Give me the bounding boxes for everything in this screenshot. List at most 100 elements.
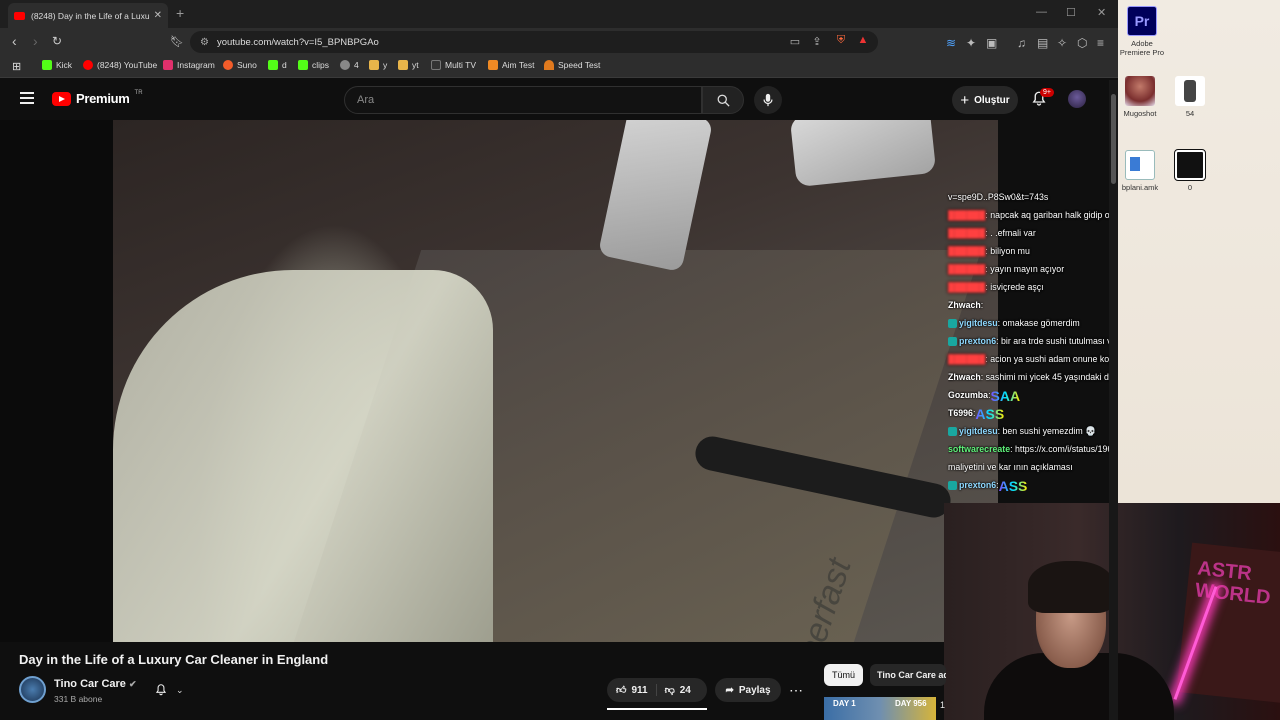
player-left-margin [0, 120, 113, 642]
create-button[interactable]: + Oluştur [952, 86, 1018, 114]
reload-icon[interactable]: ↻ [52, 34, 62, 48]
vacuum-hose [113, 270, 493, 642]
channel-avatar[interactable] [19, 676, 46, 703]
apps-grid-icon[interactable]: ⊞ [12, 60, 21, 73]
wallet-icon[interactable]: ▤ [1037, 36, 1048, 50]
file-0-shortcut[interactable]: 0 [1166, 149, 1214, 192]
bookmark-folder-y[interactable]: y [369, 60, 387, 70]
filter-chip-all[interactable]: Tümü [824, 664, 864, 686]
site-settings-icon[interactable]: ⚙ [200, 37, 209, 48]
brave-rewards-icon[interactable]: ▲ [856, 34, 870, 48]
share-icon: ➦ [725, 684, 734, 696]
voice-search-button[interactable] [754, 86, 782, 114]
share-page-icon[interactable]: ⇪ [810, 35, 824, 49]
minimize-icon[interactable]: — [1036, 6, 1047, 18]
youtube-favicon-icon [14, 11, 25, 20]
share-button[interactable]: ➦ Paylaş [715, 678, 781, 702]
chat-text: : acion ya sushi adam onune koyuyo [985, 354, 1128, 364]
chat-username: T6996 [948, 408, 973, 418]
speed-icon [544, 60, 554, 70]
related-video-title[interactable]: 1 [940, 700, 945, 710]
streamer-hair [1028, 561, 1114, 613]
brave-shield-icon[interactable]: ⛨ [834, 34, 848, 48]
filter-chip-channel[interactable]: Tino Car Care ad [870, 664, 946, 686]
bookmark-suno[interactable]: Suno [223, 60, 257, 70]
forward-icon[interactable]: › [33, 33, 38, 49]
search-box [344, 86, 702, 114]
window-close-icon[interactable]: ✕ [1097, 6, 1106, 19]
screenshot-icon[interactable]: ▣ [986, 36, 997, 50]
account-avatar[interactable] [1068, 90, 1086, 108]
desktop-area: Pr Adobe Premiere Pro Mugoshot 54 bplani… [1118, 0, 1280, 503]
chat-username: softwarecreate [948, 444, 1011, 454]
bookmark-clips[interactable]: clips [298, 60, 329, 70]
related-video-thumbnail[interactable]: DAY 1 DAY 956 [824, 697, 936, 720]
extensions-icon[interactable]: ✦ [966, 36, 976, 50]
parental-advisory-icon [1174, 149, 1206, 181]
file-54-shortcut[interactable]: 54 [1166, 76, 1214, 118]
bookmark-icon[interactable]: 🔖︎ [170, 35, 184, 48]
chat-username-blurred: ██████ [948, 210, 986, 220]
chat-username: Zhwach [948, 300, 981, 310]
chat-text: : . .efmali var [985, 228, 1036, 238]
bookmark-d[interactable]: d [268, 60, 287, 70]
address-bar[interactable]: ⚙ youtube.com/watch?v=I5_BPNBPGAo [190, 31, 878, 53]
leo-ai-icon[interactable]: ≋ [946, 36, 956, 50]
chevron-down-icon: ⌄ [176, 684, 184, 695]
bell-icon [155, 684, 167, 696]
bplani-shortcut[interactable]: bplani.amk [1116, 150, 1164, 192]
chat-badge-icon [948, 481, 957, 491]
chat-text: : isviçrede aşçı [985, 282, 1044, 292]
mugoshot-shortcut[interactable]: Mugoshot [1116, 76, 1164, 118]
chat-username: Gozumba [948, 390, 989, 400]
subscribe-notification-button[interactable]: ⌄ [148, 678, 196, 702]
sparkle-icon[interactable]: ✧ [1057, 36, 1067, 50]
url-text: youtube.com/watch?v=I5_BPNBPGAo [216, 36, 379, 48]
search-button[interactable] [702, 86, 744, 114]
dislike-button[interactable]: 👎︎ 24 [657, 684, 691, 697]
chat-emote: ASS [998, 477, 1028, 494]
new-tab-icon[interactable]: + [176, 5, 184, 21]
youtube-premium-logo[interactable]: Premium TR [52, 90, 143, 106]
bookmark-multitv[interactable]: Multi TV [431, 60, 476, 70]
chat-username: yigitdesu [959, 426, 998, 436]
thumbs-up-icon: 👍︎ [616, 685, 627, 696]
media-icon[interactable]: ♫ [1017, 36, 1026, 50]
kick-icon [268, 60, 278, 70]
youtube-icon [83, 60, 93, 70]
maximize-icon[interactable]: ☐ [1066, 6, 1076, 19]
menu-icon[interactable]: ≡ [1097, 36, 1104, 50]
hamburger-menu-icon[interactable] [20, 92, 34, 104]
plus-icon: + [960, 91, 970, 109]
search-input[interactable] [357, 94, 677, 106]
video-player[interactable]: perfast [113, 120, 998, 642]
like-ratio-bar [607, 708, 707, 710]
bookmark-aimtest[interactable]: Aim Test [488, 60, 534, 70]
youtube-header: Premium TR + Oluştur 9+ [0, 78, 1118, 120]
chat-emote: ASS [975, 405, 1005, 422]
bookmark-youtube[interactable]: (8248) YouTube [83, 60, 157, 70]
bookmark-speedtest[interactable]: Speed Test [544, 60, 600, 70]
chat-text: : omakase gömerdim [997, 318, 1080, 328]
photo-thumbnail-icon [1125, 76, 1155, 106]
chat-text: : [980, 300, 984, 310]
back-icon[interactable]: ‹ [12, 33, 17, 49]
chat-badge-icon [948, 319, 957, 329]
tab-close-icon[interactable]: ✕ [154, 10, 162, 21]
kick-icon [42, 60, 52, 70]
notification-count-badge: 9+ [1040, 88, 1054, 97]
channel-name[interactable]: Tino Car Care ✔ [54, 678, 137, 690]
browser-tab-active[interactable]: (8248) Day in the Life of a Luxury Car C… [8, 3, 168, 28]
chat-username: prexton6 [959, 480, 997, 490]
bookmarks-bar: ⊞ Kick (8248) YouTube Instagram Suno d c… [0, 56, 1118, 78]
vpn-icon[interactable]: ⬡ [1077, 36, 1087, 50]
cast-icon[interactable]: ▭ [788, 35, 802, 49]
more-actions-icon[interactable]: ⋯ [785, 678, 807, 702]
like-button[interactable]: 👍︎ 911 [607, 684, 657, 696]
thumbs-down-icon: 👎︎ [664, 685, 675, 696]
bookmark-instagram[interactable]: Instagram [163, 60, 215, 70]
bookmark-4[interactable]: 4 [340, 60, 359, 70]
premiere-pro-shortcut[interactable]: Pr Adobe Premiere Pro [1118, 6, 1166, 57]
bookmark-folder-yt[interactable]: yt [398, 60, 419, 70]
bookmark-kick[interactable]: Kick [42, 60, 72, 70]
